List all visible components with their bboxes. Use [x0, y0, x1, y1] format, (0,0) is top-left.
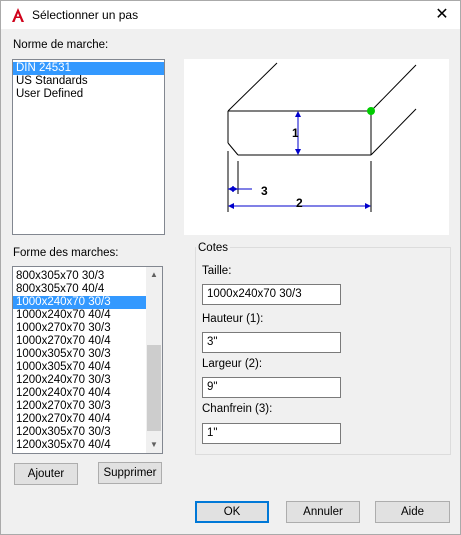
dim-label-3: 3: [261, 184, 268, 198]
shape-list-item[interactable]: 1000x270x70 40/4: [13, 335, 146, 348]
width-label: Largeur (2):: [202, 358, 263, 370]
autocad-logo-icon: [12, 8, 24, 22]
window-title: Sélectionner un pas: [32, 8, 139, 22]
cancel-button[interactable]: Annuler: [286, 501, 360, 523]
close-icon[interactable]: ✕: [431, 5, 453, 25]
shapes-list[interactable]: 800x305x70 30/3 800x305x70 40/4 1000x240x7…: [12, 266, 163, 454]
title-bar: Sélectionner un pas ✕: [1, 1, 460, 29]
shape-list-item[interactable]: 1200x305x70 40/4: [13, 439, 146, 452]
dim-label-2: 2: [296, 196, 303, 210]
shape-list-item[interactable]: 1000x240x70 40/4: [13, 309, 146, 322]
shape-list-item[interactable]: 1200x270x70 30/3: [13, 400, 146, 413]
size-label: Taille:: [202, 265, 232, 277]
shape-list-item[interactable]: 1200x305x70 30/3: [13, 426, 146, 439]
shape-list-item[interactable]: 800x305x70 40/4: [13, 283, 146, 296]
shapes-label: Forme des marches:: [13, 247, 119, 259]
shapes-items: 800x305x70 30/3 800x305x70 40/4 1000x240x7…: [13, 270, 146, 452]
shape-list-item[interactable]: 1200x240x70 30/3: [13, 374, 146, 387]
height-label: Hauteur (1):: [202, 313, 264, 325]
select-step-dialog: Sélectionner un pas ✕ Norme de marche: D…: [0, 0, 461, 535]
add-button[interactable]: Ajouter: [14, 463, 78, 485]
shape-list-item[interactable]: 800x305x70 30/3: [13, 270, 146, 283]
shape-list-item[interactable]: 1000x270x70 30/3: [13, 322, 146, 335]
shape-list-item[interactable]: 1200x240x70 40/4: [13, 387, 146, 400]
width-field[interactable]: 9": [202, 377, 341, 398]
standard-list-item[interactable]: DIN 24531: [13, 62, 164, 75]
standard-list-item[interactable]: User Defined: [13, 88, 164, 101]
standard-label: Norme de marche:: [13, 39, 109, 51]
dimensions-legend: Cotes: [196, 242, 231, 254]
size-field[interactable]: 1000x240x70 30/3: [202, 284, 341, 305]
shapes-scrollbar[interactable]: ▲ ▼: [146, 267, 162, 453]
scroll-thumb[interactable]: [147, 345, 161, 431]
step-diagram: 1 2 3: [227, 62, 417, 212]
step-preview: 1 2 3: [184, 59, 449, 235]
standard-list-item[interactable]: US Standards: [13, 75, 164, 88]
remove-button[interactable]: Supprimer: [98, 462, 162, 484]
height-field[interactable]: 3": [202, 332, 341, 353]
help-button[interactable]: Aide: [375, 501, 450, 523]
chamfer-field[interactable]: 1": [202, 423, 341, 444]
chamfer-label: Chanfrein (3):: [202, 403, 273, 415]
scroll-down-icon[interactable]: ▼: [146, 437, 162, 453]
shape-list-item[interactable]: 1200x270x70 40/4: [13, 413, 146, 426]
scroll-up-icon[interactable]: ▲: [146, 267, 162, 283]
standard-list[interactable]: DIN 24531 US Standards User Defined: [12, 59, 165, 235]
shape-list-item[interactable]: 1000x305x70 30/3: [13, 348, 146, 361]
ok-button[interactable]: OK: [195, 501, 269, 523]
corner-marker: [367, 107, 375, 115]
shape-list-item[interactable]: 1000x240x70 30/3: [13, 296, 146, 309]
shape-list-item[interactable]: 1000x305x70 40/4: [13, 361, 146, 374]
dim-label-1: 1: [292, 126, 299, 140]
